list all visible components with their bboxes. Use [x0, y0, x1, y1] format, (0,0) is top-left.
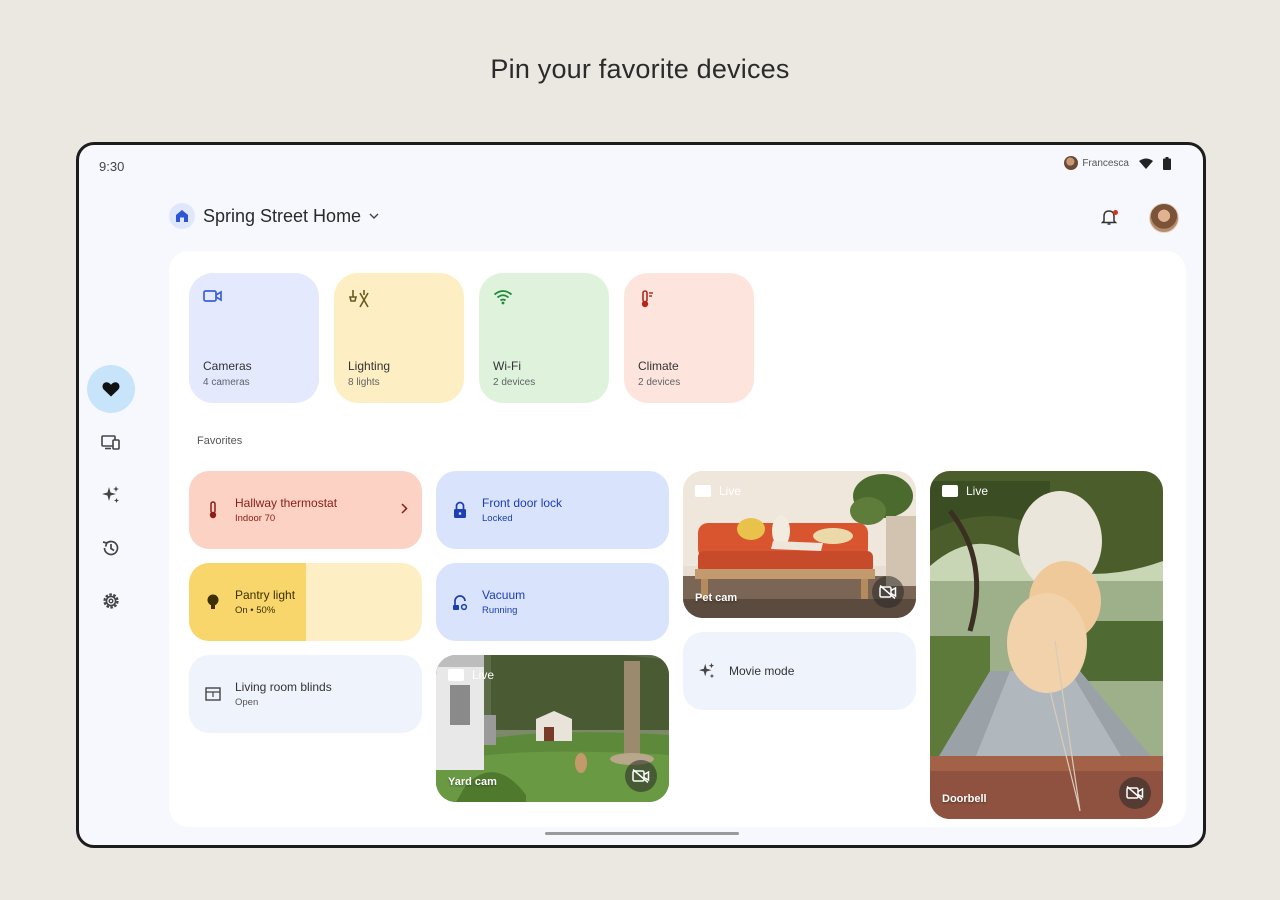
main-panel: Cameras 4 cameras Lighting 8 lights Wi-F…: [169, 251, 1186, 827]
history-icon: [101, 538, 121, 558]
tile-hallway-thermostat[interactable]: Hallway thermostat Indoor 70: [189, 471, 422, 549]
camera-yard-cam[interactable]: Live Yard cam: [436, 655, 669, 802]
nav-settings[interactable]: [87, 577, 135, 625]
home-name: Spring Street Home: [203, 205, 362, 226]
category-title: Lighting: [348, 359, 391, 373]
camera-icon: [203, 289, 305, 309]
camera-off-button[interactable]: [1119, 777, 1151, 809]
video-off-icon: [879, 585, 897, 599]
camera-off-button[interactable]: [872, 576, 904, 608]
tile-subtitle: Indoor 70: [235, 513, 276, 524]
tile-front-door-lock[interactable]: Front door lock Locked: [436, 471, 669, 549]
tile-title: Living room blinds: [235, 680, 332, 694]
tile-subtitle: On • 50%: [235, 605, 276, 616]
video-off-icon: [632, 769, 650, 783]
live-label: Live: [719, 484, 742, 498]
camera-off-button[interactable]: [625, 760, 657, 792]
camera-name: Doorbell: [942, 793, 987, 805]
status-bar: 9:30 Francesca: [79, 145, 1203, 187]
live-label: Live: [472, 668, 495, 682]
bulb-icon: [203, 593, 223, 611]
navigation-rail: [87, 365, 139, 630]
vacuum-icon: [450, 593, 470, 611]
status-avatar: [1064, 156, 1079, 170]
tile-title: Front door lock: [482, 496, 563, 510]
favorites-icon: [102, 381, 120, 397]
devices-icon: [101, 434, 121, 450]
settings-icon: [101, 591, 121, 611]
category-title: Wi-Fi: [493, 359, 521, 373]
notifications-button[interactable]: [1097, 207, 1121, 231]
camera-doorbell[interactable]: Live Doorbell: [930, 471, 1163, 819]
blinds-icon: [203, 686, 223, 702]
camera-name: Pet cam: [695, 592, 738, 604]
video-off-icon: [1126, 786, 1144, 800]
home-switcher[interactable]: Spring Street Home: [169, 203, 379, 229]
lighting-icon: [348, 289, 450, 309]
nav-automations[interactable]: [87, 471, 135, 519]
nav-devices[interactable]: [87, 418, 135, 466]
live-indicator: Live: [942, 484, 988, 498]
lock-icon: [450, 501, 470, 519]
tile-subtitle: Locked: [482, 513, 513, 524]
battery-icon: [1163, 156, 1171, 170]
category-subtitle: 8 lights: [348, 377, 380, 388]
nav-history[interactable]: [87, 524, 135, 572]
chevron-right-icon: [401, 501, 408, 519]
top-app-bar: Spring Street Home: [169, 203, 1179, 235]
video-icon: [448, 669, 464, 681]
camera-name: Yard cam: [448, 776, 497, 788]
tile-living-room-blinds[interactable]: Living room blinds Open: [189, 655, 422, 733]
tile-subtitle: Running: [482, 605, 518, 616]
category-lighting[interactable]: Lighting 8 lights: [334, 273, 464, 403]
page-headline: Pin your favorite devices: [490, 54, 790, 84]
category-climate[interactable]: Climate 2 devices: [624, 273, 754, 403]
automations-icon: [101, 485, 121, 505]
automations-icon: [697, 662, 717, 680]
category-cameras[interactable]: Cameras 4 cameras: [189, 273, 319, 403]
tile-title: Movie mode: [729, 664, 795, 678]
live-indicator: Live: [695, 484, 741, 498]
wifi-icon: [1139, 158, 1153, 169]
gesture-handle[interactable]: [545, 832, 739, 835]
nav-favorites[interactable]: [87, 365, 135, 413]
tile-subtitle: Open: [235, 697, 259, 708]
doorbell-feed: [930, 471, 1163, 819]
status-time: 9:30: [99, 159, 125, 174]
wifi-icon: [493, 289, 595, 309]
status-user-name: Francesca: [1082, 157, 1129, 169]
avatar[interactable]: [1149, 203, 1179, 233]
favorites-heading: Favorites: [197, 435, 243, 447]
live-indicator: Live: [448, 668, 494, 682]
video-icon: [942, 485, 958, 497]
category-subtitle: 4 cameras: [203, 377, 250, 388]
thermometer-icon: [638, 289, 740, 309]
category-title: Cameras: [203, 359, 252, 373]
tile-title: Vacuum: [482, 588, 526, 602]
tile-title: Hallway thermostat: [235, 496, 338, 510]
tile-pantry-light[interactable]: Pantry light On • 50%: [189, 563, 422, 641]
live-label: Live: [966, 484, 989, 498]
thermometer-icon: [203, 501, 223, 519]
category-subtitle: 2 devices: [493, 377, 536, 388]
tile-vacuum[interactable]: Vacuum Running: [436, 563, 669, 641]
notification-badge: [1113, 210, 1118, 215]
category-wifi[interactable]: Wi-Fi 2 devices: [479, 273, 609, 403]
camera-pet-cam[interactable]: Live Pet cam: [683, 471, 916, 618]
video-icon: [695, 485, 711, 497]
tablet-frame: 9:30 Francesca Spring Street Home Camera…: [76, 142, 1206, 848]
category-subtitle: 2 devices: [638, 377, 681, 388]
category-title: Climate: [638, 359, 679, 373]
tile-movie-mode[interactable]: Movie mode: [683, 632, 916, 710]
tile-title: Pantry light: [235, 588, 296, 602]
home-icon: [169, 203, 195, 229]
chevron-down-icon: [369, 207, 379, 225]
